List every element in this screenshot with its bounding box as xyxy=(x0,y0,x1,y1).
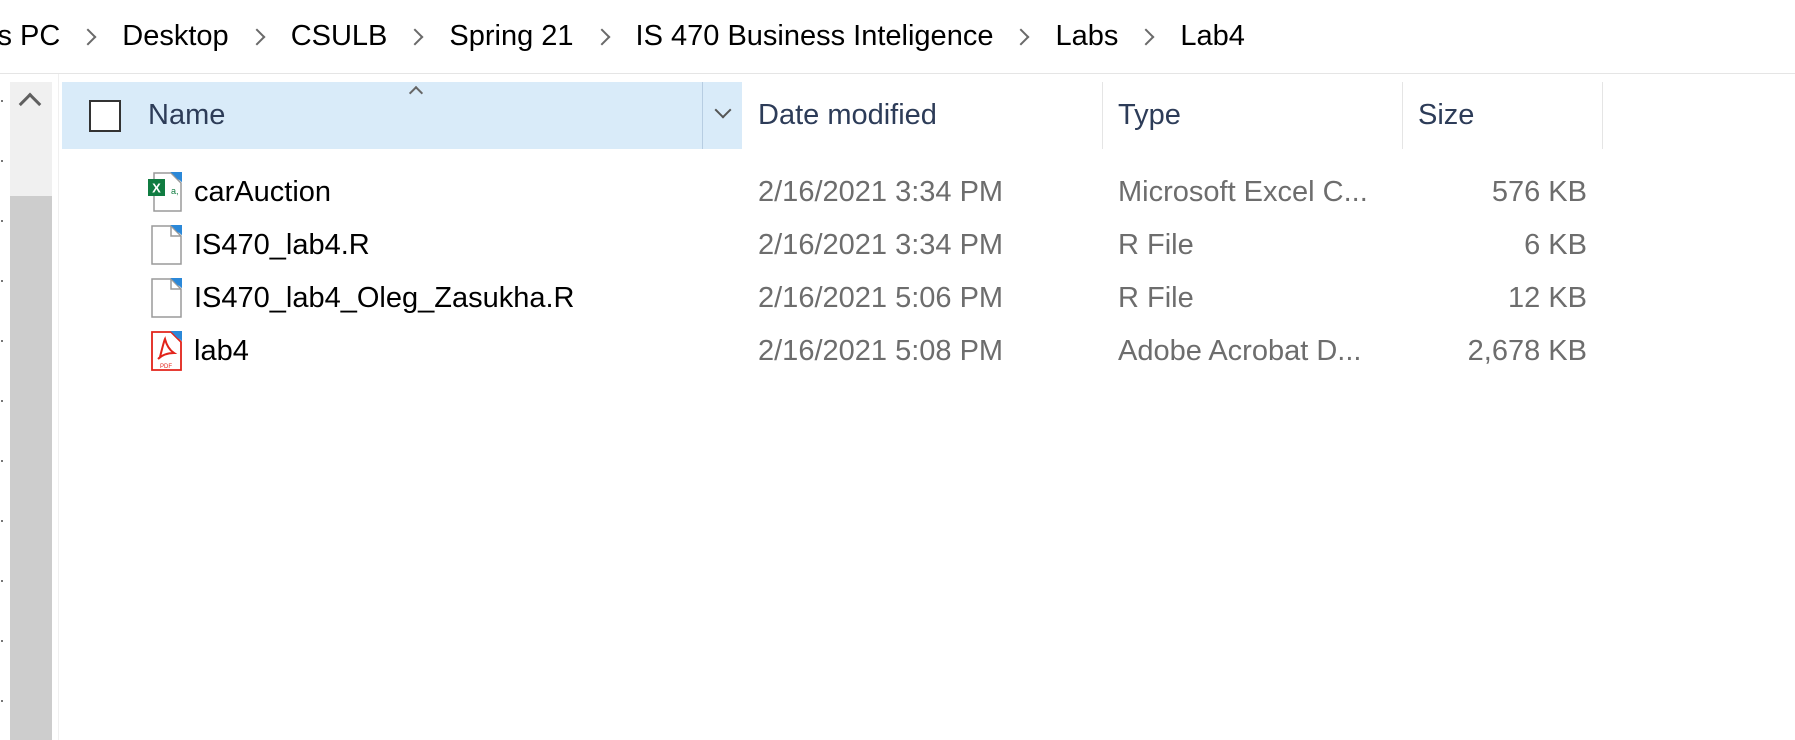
file-date-modified: 2/16/2021 3:34 PM xyxy=(758,229,1004,261)
breadcrumb-item-labs[interactable]: Labs xyxy=(1055,20,1118,53)
sort-ascending-icon xyxy=(408,85,424,101)
chevron-right-icon[interactable] xyxy=(79,28,97,45)
breadcrumb-item-is470[interactable]: IS 470 Business Inteligence xyxy=(636,20,994,53)
file-type: R File xyxy=(1118,229,1194,261)
chevron-right-icon[interactable] xyxy=(1012,28,1030,45)
navigation-pane-edge xyxy=(0,82,6,740)
file-type: Adobe Acrobat D... xyxy=(1118,335,1362,367)
column-header-size[interactable]: Size xyxy=(1402,82,1602,149)
breadcrumb-item-desktop[interactable]: Desktop xyxy=(122,20,228,53)
breadcrumb-item-spring-21[interactable]: Spring 21 xyxy=(449,20,573,53)
file-date-modified: 2/16/2021 3:34 PM xyxy=(758,176,1004,208)
column-resize-handle[interactable] xyxy=(1602,82,1603,149)
r-file-icon xyxy=(151,225,182,265)
chevron-right-icon[interactable] xyxy=(1137,28,1155,45)
excel-file-icon: X a, xyxy=(148,172,182,212)
column-header-name-label: Name xyxy=(148,99,226,131)
breadcrumb-item-csulb[interactable]: CSULB xyxy=(291,20,388,53)
file-date-modified: 2/16/2021 5:08 PM xyxy=(758,335,1004,367)
file-row[interactable]: X a, carAuction 2/16/2021 3:34 PM Micros… xyxy=(62,167,1602,220)
file-name: carAuction xyxy=(194,176,332,208)
column-header-name[interactable]: Name xyxy=(62,82,742,149)
svg-text:X: X xyxy=(152,181,161,196)
column-header-type-label: Type xyxy=(1118,99,1181,131)
file-type: Microsoft Excel C... xyxy=(1118,176,1368,208)
chevron-right-icon[interactable] xyxy=(248,28,266,45)
file-name: IS470_lab4.R xyxy=(194,229,370,261)
file-size: 6 KB xyxy=(1524,229,1587,261)
scroll-up-arrow-icon[interactable] xyxy=(18,92,42,116)
file-row[interactable]: IS470_lab4.R 2/16/2021 3:34 PM R File 6 … xyxy=(62,220,1602,273)
r-file-icon xyxy=(151,278,182,318)
column-header-date-label: Date modified xyxy=(758,99,937,131)
pdf-file-icon: PDF xyxy=(151,331,182,371)
navigation-pane-scrollbar[interactable] xyxy=(10,82,52,740)
column-filter-dropdown[interactable] xyxy=(702,82,742,149)
file-size: 12 KB xyxy=(1508,282,1587,314)
file-size: 2,678 KB xyxy=(1467,335,1587,367)
file-row[interactable]: IS470_lab4_Oleg_Zasukha.R 2/16/2021 5:06… xyxy=(62,273,1602,326)
breadcrumb-item-this-pc[interactable]: is PC xyxy=(0,20,60,53)
column-header-row: Name Date modified Type Size xyxy=(62,82,1603,149)
column-header-type[interactable]: Type xyxy=(1102,82,1402,149)
chevron-down-icon xyxy=(714,101,732,119)
breadcrumb-item-lab4[interactable]: Lab4 xyxy=(1180,20,1245,53)
svg-text:a,: a, xyxy=(171,186,179,196)
select-all-checkbox[interactable] xyxy=(89,100,121,132)
file-name: IS470_lab4_Oleg_Zasukha.R xyxy=(194,282,575,314)
file-row[interactable]: PDF lab4 2/16/2021 5:08 PM Adobe Acrobat… xyxy=(62,326,1602,379)
svg-text:PDF: PDF xyxy=(160,364,172,370)
breadcrumb: is PC Desktop CSULB Spring 21 IS 470 Bus… xyxy=(0,0,1795,74)
chevron-right-icon[interactable] xyxy=(406,28,424,45)
chevron-right-icon[interactable] xyxy=(593,28,611,45)
scrollbar-thumb[interactable] xyxy=(10,196,52,740)
file-name: lab4 xyxy=(194,335,249,367)
column-header-date-modified[interactable]: Date modified xyxy=(742,82,1102,149)
file-size: 576 KB xyxy=(1491,176,1587,208)
file-list: X a, carAuction 2/16/2021 3:34 PM Micros… xyxy=(62,167,1602,379)
column-header-size-label: Size xyxy=(1418,99,1475,131)
file-type: R File xyxy=(1118,282,1194,314)
pane-divider[interactable] xyxy=(58,74,59,740)
file-date-modified: 2/16/2021 5:06 PM xyxy=(758,282,1004,314)
